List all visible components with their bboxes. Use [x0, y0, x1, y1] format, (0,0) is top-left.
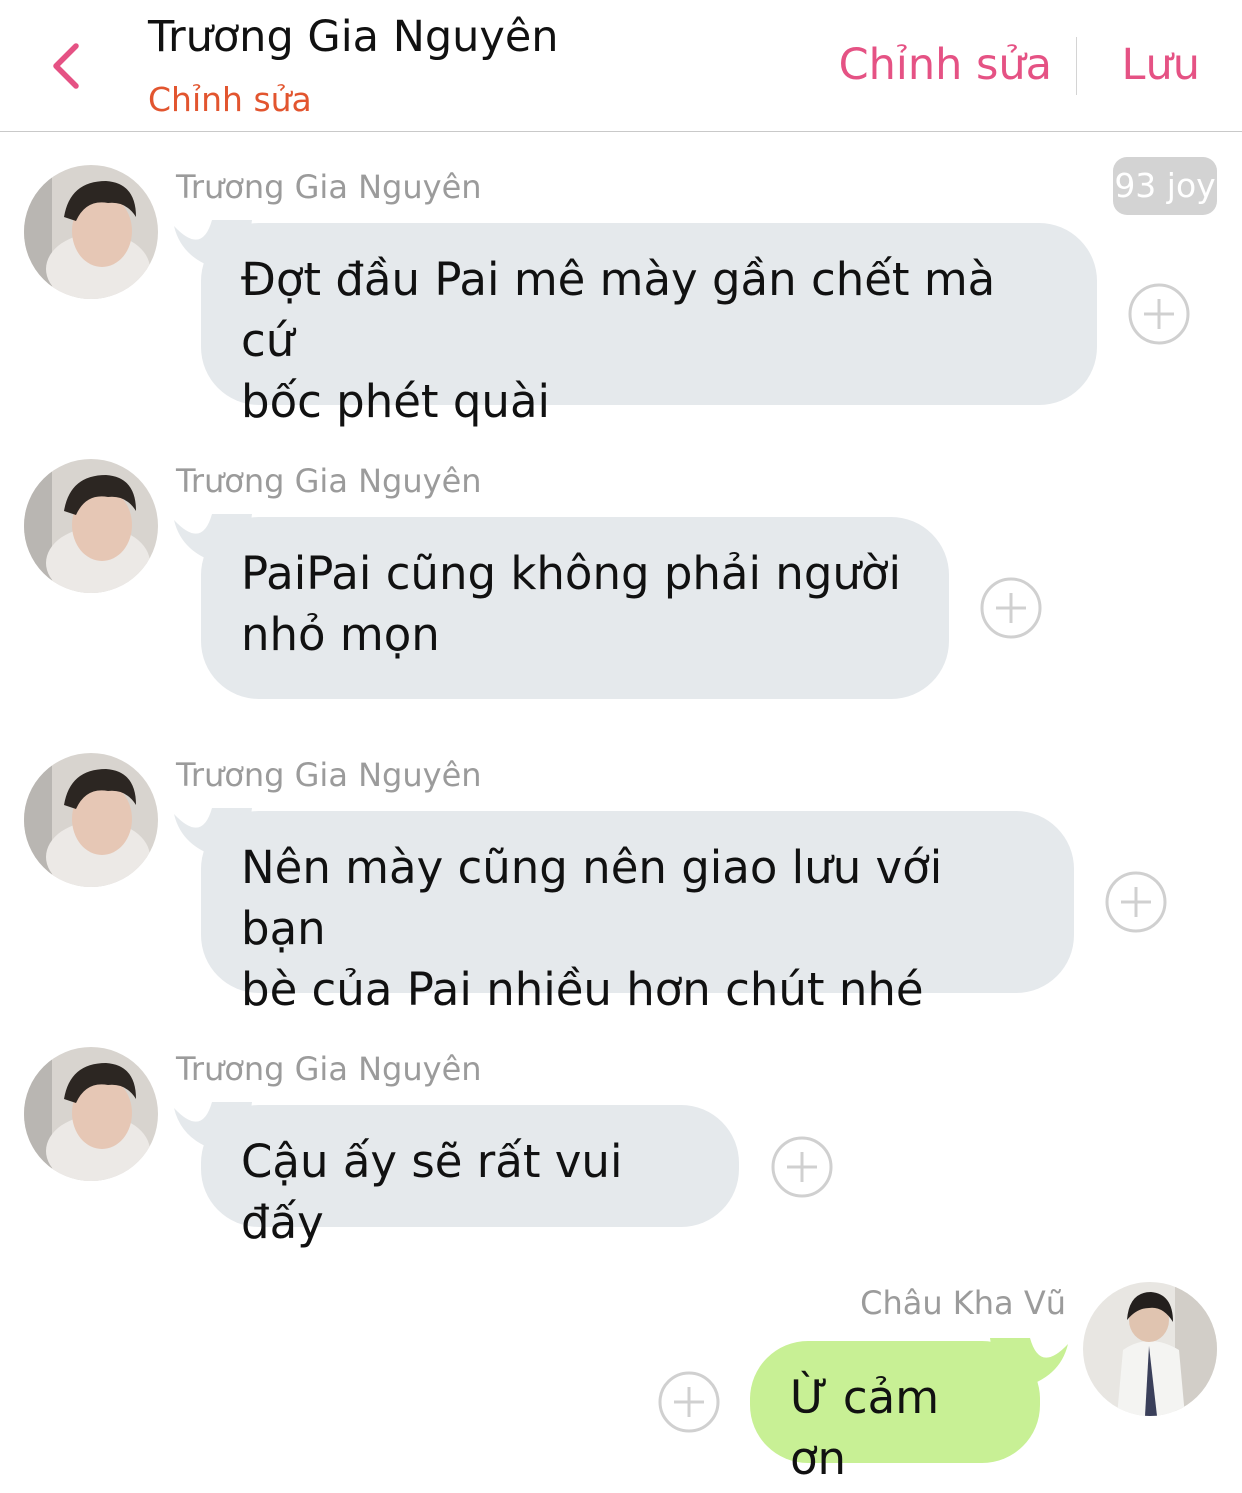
plus-icon [658, 1371, 720, 1433]
message-line: Đợt đầu Pai mê mày gần chết mà cứ [241, 253, 996, 367]
add-reaction-button[interactable] [1105, 871, 1167, 933]
add-reaction-button[interactable] [771, 1136, 833, 1198]
sender-name: Trương Gia Nguyên [176, 168, 482, 206]
plus-icon [980, 577, 1042, 639]
chat-screen: Trương Gia Nguyên Chỉnh sửa Chỉnh sửa Lư… [0, 0, 1242, 1493]
edit-button[interactable]: Chỉnh sửa [839, 40, 1052, 90]
message-line: Ừ cảm ơn [790, 1371, 940, 1485]
sender-name: Trương Gia Nguyên [176, 462, 482, 500]
message-line: PaiPai cũng không phải người [241, 547, 901, 600]
chat-subtitle: Chỉnh sửa [148, 80, 312, 119]
message-line: Nên mày cũng nên giao lưu với bạn [241, 841, 943, 955]
header-divider [1076, 37, 1077, 95]
add-reaction-button[interactable] [1128, 283, 1190, 345]
message-bubble: Đợt đầu Pai mê mày gần chết mà cứ bốc ph… [201, 223, 1097, 428]
sender-name: Châu Kha Vũ [860, 1284, 1066, 1322]
my-avatar[interactable] [1083, 1282, 1217, 1416]
message-line: bốc phét quài [241, 375, 551, 428]
avatar[interactable] [24, 1047, 158, 1181]
plus-icon [1105, 871, 1167, 933]
message-bubble-outgoing: Ừ cảm ơn [750, 1341, 1040, 1485]
joy-badge: 93 joy [1113, 157, 1217, 215]
message-bubble: Cậu ấy sẽ rất vui đấy [201, 1105, 739, 1249]
message-line: nhỏ mọn [241, 608, 440, 661]
avatar[interactable] [24, 459, 158, 593]
add-reaction-button[interactable] [658, 1371, 720, 1433]
avatar[interactable] [24, 165, 158, 299]
chat-title: Trương Gia Nguyên [148, 12, 559, 62]
back-button[interactable] [40, 38, 96, 94]
message-bubble: Nên mày cũng nên giao lưu với bạn bè của… [201, 811, 1074, 1016]
message-bubble: PaiPai cũng không phải người nhỏ mọn [201, 517, 949, 699]
sender-name: Trương Gia Nguyên [176, 1050, 482, 1088]
sender-name: Trương Gia Nguyên [176, 756, 482, 794]
plus-icon [771, 1136, 833, 1198]
plus-icon [1128, 283, 1190, 345]
avatar[interactable] [24, 753, 158, 887]
message-line: bè của Pai nhiều hơn chút nhé [241, 963, 924, 1016]
chevron-left-icon [53, 43, 79, 89]
add-reaction-button[interactable] [980, 577, 1042, 639]
message-line: Cậu ấy sẽ rất vui đấy [241, 1135, 623, 1249]
save-button[interactable]: Lưu [1122, 40, 1200, 90]
chat-header: Trương Gia Nguyên Chỉnh sửa Chỉnh sửa Lư… [0, 0, 1242, 132]
